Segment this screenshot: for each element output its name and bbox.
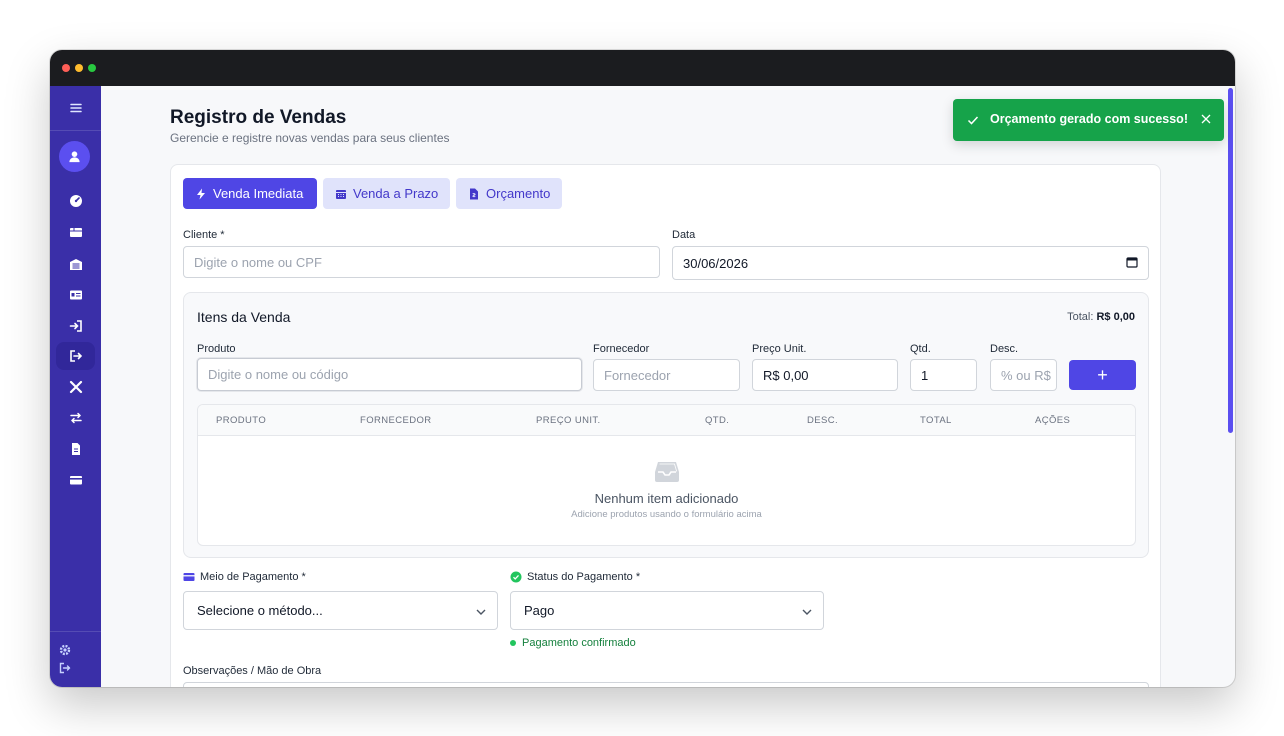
warehouse-icon[interactable] — [50, 250, 101, 278]
close-icon[interactable] — [1201, 114, 1211, 124]
tab-orcamento[interactable]: Orçamento — [456, 178, 562, 209]
payment-status-note-text: Pagamento confirmado — [522, 637, 636, 649]
page-subtitle: Gerencie e registre novas vendas para se… — [170, 131, 450, 145]
scrollbar[interactable] — [1228, 88, 1233, 433]
data-label: Data — [672, 229, 696, 241]
observacoes-label: Observações / Mão de Obra — [183, 665, 322, 677]
success-toast: Orçamento gerado com sucesso! — [953, 99, 1224, 141]
sidebar — [50, 86, 101, 687]
calendar-picker-icon[interactable] — [1126, 256, 1138, 268]
data-value: 30/06/2026 — [683, 255, 749, 271]
items-section: Itens da Venda Total: R$ 0,00 Produto Di… — [183, 292, 1149, 558]
meio-pagamento-text: Meio de Pagamento * — [200, 571, 306, 583]
sidebar-divider — [50, 631, 101, 632]
observacoes-textarea[interactable] — [183, 682, 1149, 687]
status-pagamento-select[interactable]: Pago — [510, 591, 824, 630]
exchange-icon[interactable] — [50, 404, 101, 432]
tools-icon[interactable] — [50, 373, 101, 401]
avatar[interactable] — [59, 141, 90, 172]
cliente-input[interactable]: Digite o nome ou CPF — [183, 246, 660, 278]
preco-label: Preço Unit. — [752, 343, 807, 355]
column-header: FORNECEDOR — [360, 415, 432, 426]
column-header: TOTAL — [920, 415, 952, 426]
meio-pagamento-value: Selecione o método... — [197, 603, 323, 618]
items-table: PRODUTO FORNECEDOR PREÇO UNIT. QTD. DESC… — [197, 404, 1136, 546]
cliente-label: Cliente * — [183, 229, 225, 241]
table-header: PRODUTO FORNECEDOR PREÇO UNIT. QTD. DESC… — [198, 405, 1135, 436]
close-window-button[interactable] — [62, 64, 70, 72]
preco-input[interactable]: R$ 0,00 — [752, 359, 898, 391]
fornecedor-input[interactable]: Fornecedor — [593, 359, 740, 391]
inbox-icon — [655, 462, 679, 482]
toast-message: Orçamento gerado com sucesso! — [990, 112, 1188, 126]
desc-label: Desc. — [990, 343, 1019, 355]
document-icon[interactable] — [50, 435, 101, 463]
tab-label: Venda Imediata — [213, 186, 304, 201]
calendar-icon — [336, 189, 346, 199]
sale-form-card: Venda Imediata Venda a Prazo Orçamento C… — [170, 164, 1161, 687]
status-pagamento-text: Status do Pagamento * — [527, 571, 641, 583]
minimize-window-button[interactable] — [75, 64, 83, 72]
chevron-down-icon — [802, 609, 812, 615]
sidebar-divider — [50, 130, 101, 131]
column-header: AÇÕES — [1035, 415, 1071, 426]
app-window: Registro de Vendas Gerencie e registre n… — [50, 50, 1235, 687]
check-icon — [967, 116, 979, 125]
meio-pagamento-label: Meio de Pagamento * — [183, 571, 306, 583]
total-value: R$ 0,00 — [1096, 311, 1135, 323]
dashboard-icon[interactable] — [50, 187, 101, 215]
meio-pagamento-select[interactable]: Selecione o método... — [183, 591, 498, 630]
produto-label: Produto — [197, 343, 236, 355]
column-header: DESC. — [807, 415, 839, 426]
column-header: QTD. — [705, 415, 730, 426]
qtd-input[interactable]: 1 — [910, 359, 977, 391]
window-titlebar — [50, 50, 1235, 86]
data-input[interactable]: 30/06/2026 — [672, 246, 1149, 280]
maximize-window-button[interactable] — [88, 64, 96, 72]
status-pagamento-label: Status do Pagamento * — [510, 571, 640, 583]
page-title: Registro de Vendas — [170, 107, 347, 128]
add-item-button[interactable]: + — [1069, 360, 1136, 390]
fornecedor-label: Fornecedor — [593, 343, 650, 355]
logout-icon[interactable] — [58, 661, 72, 675]
desc-input[interactable]: % ou R$ — [990, 359, 1057, 391]
bolt-icon — [197, 188, 205, 199]
file-invoice-icon — [470, 188, 478, 199]
total-label: Total: — [1067, 311, 1094, 323]
produto-input[interactable]: Digite o nome ou código — [197, 358, 582, 391]
credit-card-icon — [183, 573, 195, 581]
items-title: Itens da Venda — [197, 309, 291, 325]
tab-label: Venda a Prazo — [353, 186, 439, 201]
qtd-label: Qtd. — [910, 343, 931, 355]
column-header: PRODUTO — [216, 415, 267, 426]
status-pagamento-value: Pago — [524, 603, 555, 618]
check-circle-icon — [510, 571, 522, 583]
column-header: PREÇO UNIT. — [536, 415, 601, 426]
empty-state-title: Nenhum item adicionado — [594, 491, 739, 506]
boxes-icon[interactable] — [50, 218, 101, 246]
id-card-icon[interactable] — [50, 281, 101, 309]
payment-status-note: Pagamento confirmado — [510, 637, 636, 649]
settings-icon[interactable] — [58, 643, 72, 657]
sign-in-icon[interactable] — [50, 312, 101, 340]
items-total: Total: R$ 0,00 — [1067, 311, 1135, 323]
sign-out-icon[interactable] — [56, 342, 95, 370]
menu-icon[interactable] — [50, 94, 101, 122]
tab-venda-a-prazo[interactable]: Venda a Prazo — [323, 178, 450, 209]
empty-state-subtitle: Adicione produtos usando o formulário ac… — [571, 509, 762, 520]
credit-card-icon[interactable] — [50, 466, 101, 494]
status-dot — [510, 640, 516, 646]
tab-label: Orçamento — [486, 186, 551, 201]
tab-venda-imediata[interactable]: Venda Imediata — [183, 178, 317, 209]
chevron-down-icon — [476, 609, 486, 615]
